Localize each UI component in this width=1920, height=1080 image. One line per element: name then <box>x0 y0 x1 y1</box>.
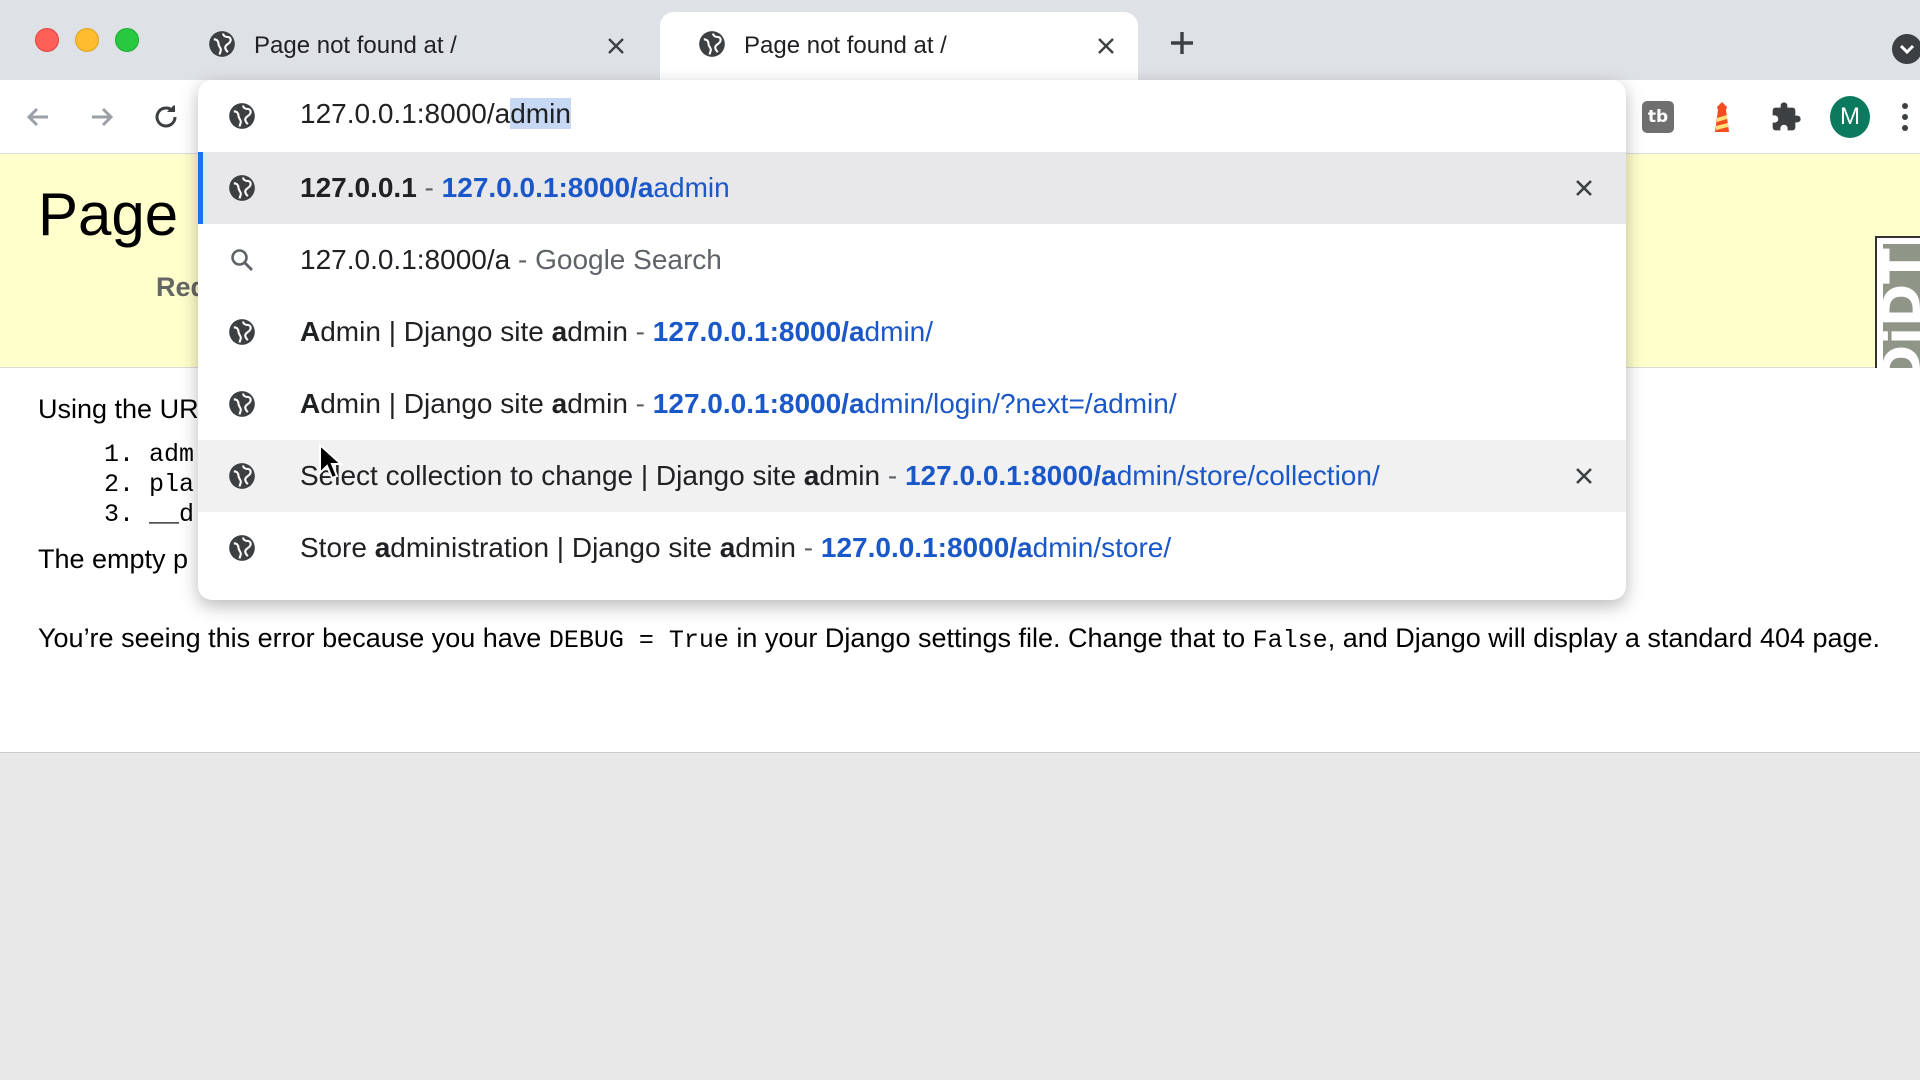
suggestion-text: 127.0.0.1:8000/a - Google Search <box>300 244 722 275</box>
suggestion-row[interactable]: 127.0.0.1:8000/a - Google Search <box>198 224 1626 296</box>
globe-icon <box>228 102 256 135</box>
fullscreen-window-button[interactable] <box>115 28 139 52</box>
autocomplete-selection: dmin <box>510 98 571 129</box>
close-window-button[interactable] <box>35 28 59 52</box>
suggestion-row[interactable]: Admin | Django site admin - 127.0.0.1:80… <box>198 296 1626 368</box>
tab-title: Page not found at / <box>744 32 947 59</box>
list-item: 3. __d <box>104 500 195 529</box>
close-tab-icon[interactable] <box>1086 26 1126 66</box>
suggestion-row[interactable]: Store administration | Django site admin… <box>198 512 1626 584</box>
puzzle-icon[interactable] <box>1766 97 1806 137</box>
omnibox-dropdown: 127.0.0.1:8000/admin 127.0.0.1 - 127.0.0… <box>198 80 1626 600</box>
tab-page-not-found-2[interactable]: Page not found at / <box>660 12 1138 80</box>
debug-explanation: You’re seeing this error because you hav… <box>38 623 1881 655</box>
globe-icon <box>228 534 256 562</box>
globe-icon <box>228 174 256 202</box>
address-text[interactable]: 127.0.0.1:8000/admin <box>300 98 571 130</box>
reload-button[interactable] <box>146 97 186 137</box>
suggestion-row[interactable]: Select collection to change | Django sit… <box>198 440 1626 512</box>
suggestion-row[interactable]: Admin | Django site admin - 127.0.0.1:80… <box>198 368 1626 440</box>
suggestion-text: Select collection to change | Django sit… <box>300 460 1380 491</box>
suggestion-row[interactable]: 127.0.0.1 - 127.0.0.1:8000/aadmin <box>198 152 1626 224</box>
tb-extension-icon[interactable]: tb <box>1638 97 1678 137</box>
tab-strip: Page not found at / Page not found at / <box>0 0 1920 80</box>
more-vert-icon <box>1902 103 1908 131</box>
avatar: M <box>1830 96 1870 138</box>
globe-icon <box>698 30 726 63</box>
profile-avatar-button[interactable]: M <box>1830 96 1870 138</box>
globe-icon <box>228 462 256 490</box>
minimize-window-button[interactable] <box>75 28 99 52</box>
globe-icon <box>208 30 236 63</box>
url-patterns-intro: Using the UR <box>38 394 199 424</box>
remove-suggestion-icon[interactable] <box>1568 172 1600 204</box>
reload-icon <box>155 105 177 128</box>
suggestion-text: Store administration | Django site admin… <box>300 532 1172 563</box>
mouse-cursor-icon <box>318 442 344 483</box>
arrow-right-icon <box>92 107 114 127</box>
remove-suggestion-icon[interactable] <box>1568 460 1600 492</box>
tab-page-not-found-1[interactable]: Page not found at / <box>170 12 648 80</box>
list-item: 1. adm <box>104 440 195 469</box>
url-pattern-list: 1. adm 2. pla 3. __d <box>104 440 194 530</box>
arrow-left-icon <box>26 107 48 127</box>
back-button[interactable] <box>18 97 58 137</box>
suggestion-text: 127.0.0.1 - 127.0.0.1:8000/aadmin <box>300 172 730 203</box>
tab-search-button[interactable] <box>1892 34 1920 64</box>
search-icon <box>228 246 256 274</box>
suggestion-text: Admin | Django site admin - 127.0.0.1:80… <box>300 316 934 347</box>
lighthouse-icon[interactable] <box>1702 97 1742 137</box>
list-item: 2. pla <box>104 470 195 499</box>
forward-button[interactable] <box>82 97 122 137</box>
globe-icon <box>228 390 256 418</box>
tab-title: Page not found at / <box>254 32 457 59</box>
globe-icon <box>228 318 256 346</box>
address-bar-input[interactable]: 127.0.0.1:8000/admin <box>198 80 1626 152</box>
new-tab-button[interactable] <box>1165 26 1199 60</box>
suggestion-text: Admin | Django site admin - 127.0.0.1:80… <box>300 388 1177 419</box>
close-tab-icon[interactable] <box>596 26 636 66</box>
chrome-menu-button[interactable] <box>1890 97 1920 137</box>
empty-path-note: The empty p <box>38 544 189 574</box>
